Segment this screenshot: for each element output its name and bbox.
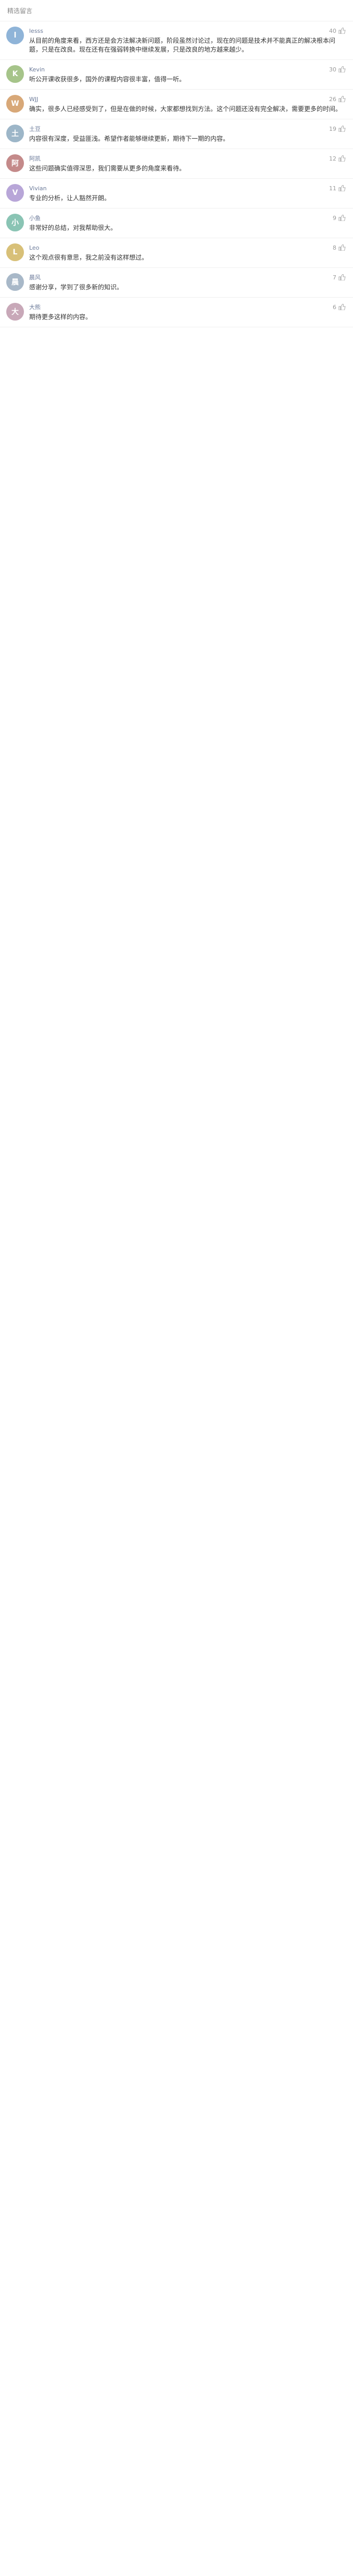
like-count: 19	[329, 125, 336, 132]
comment-item: K Kevin 30 听公开课收获很多，国外的课程内容很丰富，值得一听。	[0, 60, 353, 90]
thumbs-up-icon	[338, 274, 346, 280]
avatar[interactable]: W	[6, 95, 24, 113]
avatar-initial: K	[12, 70, 18, 78]
avatar-initial: l	[14, 31, 17, 40]
page-header: 精选留言	[0, 0, 353, 21]
thumbs-up-icon	[338, 66, 346, 72]
thumbs-up-icon	[338, 244, 346, 251]
comment-text: 听公开课收获很多，国外的课程内容很丰富，值得一听。	[29, 76, 186, 83]
commenter-name[interactable]: Kevin	[29, 66, 329, 73]
commenter-name[interactable]: lesss	[29, 28, 329, 34]
like-count: 12	[329, 155, 336, 162]
like-button[interactable]: 40	[329, 28, 346, 34]
thumbs-up-icon	[338, 215, 346, 221]
comment-body: 小鱼 9 非常好的总结，对我帮助很大。	[29, 214, 346, 232]
avatar[interactable]: 土	[6, 125, 24, 142]
avatar[interactable]: 小	[6, 214, 24, 231]
commenter-name[interactable]: 晨风	[29, 273, 333, 281]
like-count: 40	[329, 27, 336, 34]
avatar-initial: L	[12, 248, 18, 256]
commenter-name[interactable]: 阿凯	[29, 154, 329, 163]
comment-item: 阿 阿凯 12 这些问题确实值得深思，我们需要从更多的角度来看待。	[0, 149, 353, 179]
avatar[interactable]: l	[6, 27, 24, 44]
like-button[interactable]: 11	[329, 185, 346, 192]
avatar[interactable]: 大	[6, 303, 24, 321]
comment-body: 晨风 7 感谢分享，学到了很多新的知识。	[29, 273, 346, 292]
thumbs-up-icon	[338, 304, 346, 310]
like-button[interactable]: 9	[333, 215, 346, 222]
thumbs-up-icon	[338, 155, 346, 162]
comment-item: L Leo 8 这个观点很有意思，我之前没有这样想过。	[0, 238, 353, 268]
thumbs-up-icon	[338, 96, 346, 102]
avatar-initial: 土	[11, 130, 19, 138]
avatar[interactable]: 晨	[6, 273, 24, 291]
avatar-initial: V	[12, 189, 18, 197]
comment-text: 感谢分享，学到了很多新的知识。	[29, 284, 123, 291]
avatar-initial: 大	[11, 308, 19, 316]
like-button[interactable]: 12	[329, 155, 346, 162]
thumbs-up-icon	[338, 28, 346, 34]
comment-text: 确实，很多人已经感受到了，但是在做的时候，大家都想找到方法。这个问题还没有完全解…	[29, 105, 342, 113]
comment-item: 小 小鱼 9 非常好的总结，对我帮助很大。	[0, 208, 353, 238]
comment-body: WJJ 26 确实，很多人已经感受到了，但是在做的时候，大家都想找到方法。这个问题还…	[29, 95, 346, 114]
like-button[interactable]: 8	[333, 244, 346, 251]
like-count: 26	[329, 95, 336, 103]
like-count: 6	[333, 303, 336, 311]
avatar[interactable]: V	[6, 184, 24, 202]
comment-body: 阿凯 12 这些问题确实值得深思，我们需要从更多的角度来看待。	[29, 154, 346, 173]
comment-text: 非常好的总结，对我帮助很大。	[29, 224, 117, 231]
avatar-initial: 小	[11, 219, 19, 227]
like-button[interactable]: 30	[329, 66, 346, 73]
page-title: 精选留言	[7, 7, 33, 15]
comment-text: 这些问题确实值得深思，我们需要从更多的角度来看待。	[29, 165, 186, 172]
avatar[interactable]: K	[6, 65, 24, 83]
like-count: 30	[329, 66, 336, 73]
comment-text: 从目前的角度来看，西方还是会方法解决新问题，阶段虽然讨论过，现在的问题是技术并不…	[29, 37, 336, 53]
commenter-name[interactable]: Vivian	[29, 185, 329, 192]
like-count: 9	[333, 214, 336, 222]
comment-body: Kevin 30 听公开课收获很多，国外的课程内容很丰富，值得一听。	[29, 65, 346, 84]
like-button[interactable]: 19	[329, 126, 346, 132]
commenter-name[interactable]: 小鱼	[29, 214, 333, 222]
like-button[interactable]: 26	[329, 96, 346, 103]
comment-item: 晨 晨风 7 感谢分享，学到了很多新的知识。	[0, 268, 353, 298]
comment-body: 大熊 6 期待更多这样的内容。	[29, 303, 346, 322]
commenter-name[interactable]: 土豆	[29, 125, 329, 133]
comment-item: l lesss 40 从目前的角度来看，西方还是会方法解决新问题，阶段虽然讨论过，现在…	[0, 21, 353, 60]
avatar-initial: 阿	[11, 160, 19, 168]
avatar[interactable]: 阿	[6, 154, 24, 172]
thumbs-up-icon	[338, 185, 346, 191]
like-button[interactable]: 6	[333, 304, 346, 311]
comment-text: 这个观点很有意思，我之前没有这样想过。	[29, 254, 148, 261]
like-count: 7	[333, 274, 336, 281]
like-count: 8	[333, 244, 336, 251]
comment-body: lesss 40 从目前的角度来看，西方还是会方法解决新问题，阶段虽然讨论过，现在的…	[29, 27, 346, 54]
comment-item: W WJJ 26 确实，很多人已经感受到了，但是在做的时候，大家都想找到方法。这个问题…	[0, 90, 353, 119]
comment-body: Vivian 11 专业的分析，让人豁然开朗。	[29, 184, 346, 203]
comment-body: 土豆 19 内容很有深度，受益匪浅。希望作者能够继续更新，期待下一期的内容。	[29, 125, 346, 143]
avatar[interactable]: L	[6, 243, 24, 261]
avatar-initial: W	[11, 100, 19, 108]
thumbs-up-icon	[338, 126, 346, 132]
comment-item: V Vivian 11 专业的分析，让人豁然开朗。	[0, 179, 353, 208]
like-button[interactable]: 7	[333, 274, 346, 281]
avatar-initial: 晨	[11, 278, 19, 287]
comment-body: Leo 8 这个观点很有意思，我之前没有这样想过。	[29, 243, 346, 262]
comment-list: l lesss 40 从目前的角度来看，西方还是会方法解决新问题，阶段虽然讨论过，现在…	[0, 21, 353, 327]
comment-item: 土 土豆 19 内容很有深度，受益匪浅。希望作者能够继续更新，期待下一期的内容。	[0, 119, 353, 149]
comment-text: 内容很有深度，受益匪浅。希望作者能够继续更新，期待下一期的内容。	[29, 135, 230, 142]
commenter-name[interactable]: WJJ	[29, 96, 329, 103]
comment-text: 期待更多这样的内容。	[29, 313, 92, 321]
like-count: 11	[329, 185, 336, 192]
commenter-name[interactable]: Leo	[29, 244, 333, 251]
comment-item: 大 大熊 6 期待更多这样的内容。	[0, 298, 353, 327]
comment-text: 专业的分析，让人豁然开朗。	[29, 194, 111, 202]
commenter-name[interactable]: 大熊	[29, 303, 333, 311]
